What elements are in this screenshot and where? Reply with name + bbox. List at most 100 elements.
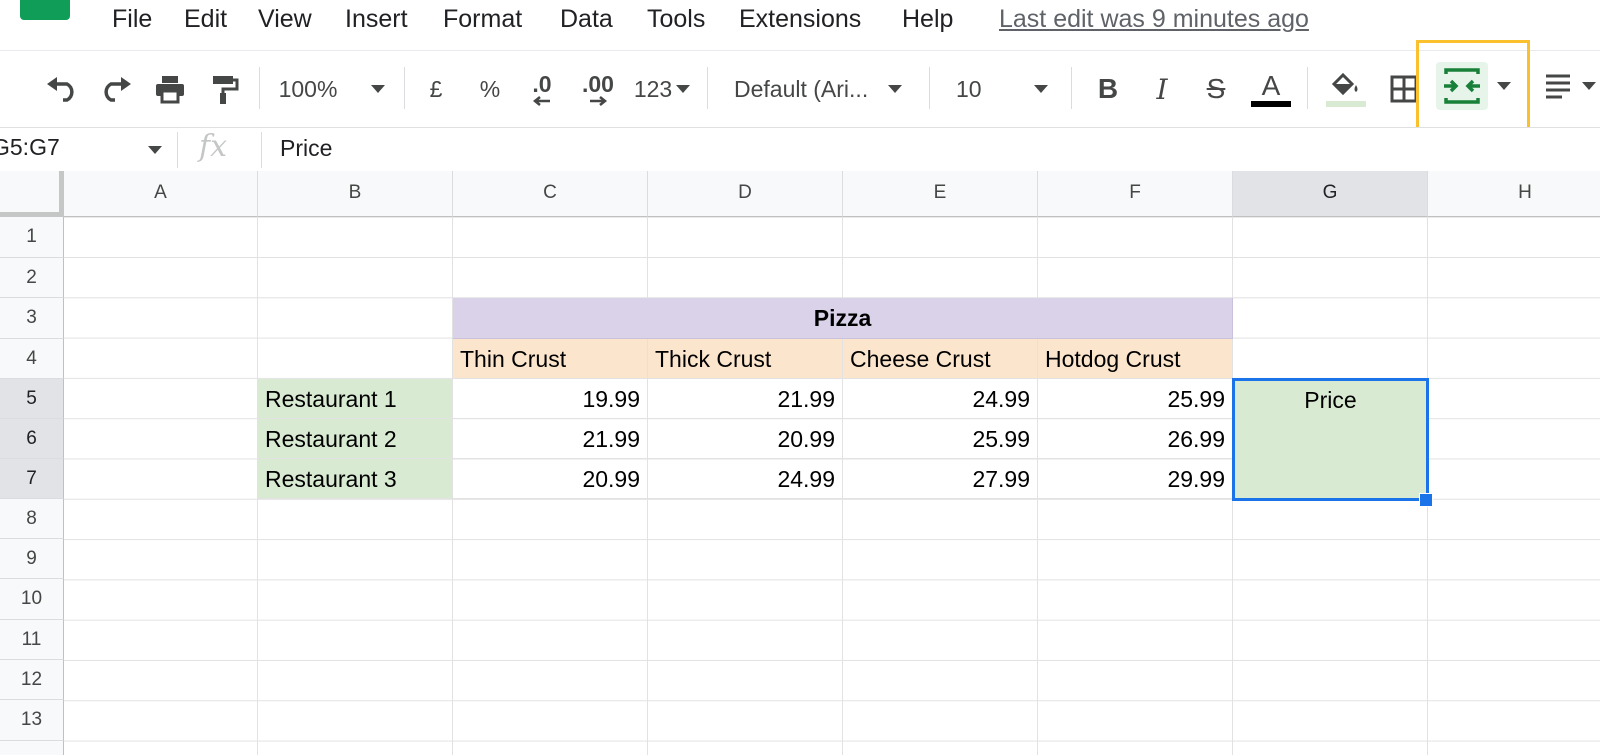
price-cell[interactable]: 27.99 bbox=[843, 459, 1038, 499]
decrease-decimal-button[interactable]: .0 bbox=[522, 63, 562, 115]
undo-icon bbox=[47, 77, 74, 102]
menu-format[interactable]: Format bbox=[443, 4, 522, 34]
horizontal-align-button[interactable] bbox=[1544, 62, 1600, 110]
menu-data[interactable]: Data bbox=[560, 4, 613, 34]
italic-icon: I bbox=[1156, 72, 1168, 106]
menu-extensions[interactable]: Extensions bbox=[739, 4, 861, 34]
toolbar-divider bbox=[929, 67, 930, 109]
restaurant-cell[interactable]: Restaurant 2 bbox=[258, 419, 453, 459]
merge-options-button[interactable] bbox=[1492, 62, 1516, 110]
toolbar-divider bbox=[1071, 67, 1072, 109]
column-header-f[interactable]: F bbox=[1038, 171, 1233, 217]
price-cell[interactable]: 25.99 bbox=[1038, 379, 1233, 419]
price-cell[interactable]: 21.99 bbox=[648, 379, 843, 419]
redo-button[interactable] bbox=[94, 63, 138, 115]
font-family-value: Default (Ari... bbox=[734, 75, 869, 102]
header-cell[interactable]: Thin Crust bbox=[453, 339, 648, 379]
percent-label: % bbox=[479, 75, 501, 102]
menu-view[interactable]: View bbox=[258, 4, 312, 34]
strikethrough-button[interactable]: S bbox=[1198, 63, 1234, 115]
restaurant-cell[interactable]: Restaurant 1 bbox=[258, 379, 453, 419]
row-header-5[interactable]: 5 bbox=[0, 379, 64, 419]
row-header-1[interactable]: 1 bbox=[0, 217, 64, 258]
select-all-corner[interactable] bbox=[0, 171, 64, 217]
price-cell[interactable]: 20.99 bbox=[453, 459, 648, 499]
column-header-d[interactable]: D bbox=[648, 171, 843, 217]
restaurant-cell[interactable]: Restaurant 3 bbox=[258, 459, 453, 499]
price-cell[interactable]: 25.99 bbox=[843, 419, 1038, 459]
menu-edit[interactable]: Edit bbox=[184, 4, 227, 34]
column-header-g[interactable]: G bbox=[1233, 171, 1428, 217]
price-cell[interactable]: 29.99 bbox=[1038, 459, 1233, 499]
column-header-a[interactable]: A bbox=[64, 171, 258, 217]
row-header-14[interactable] bbox=[0, 741, 64, 755]
menu-help[interactable]: Help bbox=[902, 4, 953, 34]
row-header-10[interactable]: 10 bbox=[0, 579, 64, 620]
bold-button[interactable]: B bbox=[1090, 63, 1126, 115]
undo-button[interactable] bbox=[40, 63, 84, 115]
more-formats-button[interactable]: 123 bbox=[630, 63, 694, 115]
chevron-down-icon bbox=[371, 85, 386, 93]
pizza-title-cell[interactable]: Pizza bbox=[453, 298, 1233, 339]
fx-icon: fx bbox=[199, 129, 228, 164]
row-header-9[interactable]: 9 bbox=[0, 539, 64, 579]
row-header-13[interactable]: 13 bbox=[0, 700, 64, 741]
font-family-select[interactable]: Default (Ari... bbox=[734, 63, 914, 115]
row-header-4[interactable]: 4 bbox=[0, 339, 64, 379]
row-header-11[interactable]: 11 bbox=[0, 620, 64, 660]
font-size-select[interactable]: 10 bbox=[956, 63, 1056, 115]
fill-handle[interactable] bbox=[1419, 493, 1433, 507]
row-header-12[interactable]: 12 bbox=[0, 660, 64, 700]
toolbar-divider bbox=[707, 67, 708, 109]
merge-cells-button[interactable] bbox=[1436, 62, 1488, 110]
price-cell[interactable]: 26.99 bbox=[1038, 419, 1233, 459]
sheets-logo-icon[interactable] bbox=[20, 0, 70, 20]
merge-cells-icon bbox=[1444, 68, 1480, 104]
name-box[interactable]: G5:G7 bbox=[0, 134, 60, 161]
currency-label: £ bbox=[429, 75, 443, 102]
menu-file[interactable]: File bbox=[112, 4, 152, 34]
borders-button[interactable] bbox=[1384, 63, 1424, 115]
column-header-b[interactable]: B bbox=[258, 171, 453, 217]
spreadsheet-grid[interactable]: A B C D E F G H 1 2 3 4 5 6 7 8 9 10 11 … bbox=[0, 171, 1600, 755]
price-cell[interactable]: 24.99 bbox=[843, 379, 1038, 419]
currency-format-button[interactable]: £ bbox=[418, 63, 454, 115]
align-icon bbox=[1546, 74, 1570, 99]
header-cell[interactable]: Cheese Crust bbox=[843, 339, 1038, 379]
row-header-2[interactable]: 2 bbox=[0, 258, 64, 298]
header-cell[interactable]: Thick Crust bbox=[648, 339, 843, 379]
paint-format-icon bbox=[213, 76, 239, 104]
selected-range[interactable]: Price bbox=[1232, 378, 1429, 501]
fill-color-button[interactable] bbox=[1324, 63, 1368, 115]
price-cell[interactable]: 24.99 bbox=[648, 459, 843, 499]
print-button[interactable] bbox=[148, 63, 192, 115]
chevron-down-icon bbox=[888, 85, 903, 93]
column-header-e[interactable]: E bbox=[843, 171, 1038, 217]
zoom-select[interactable]: 100% bbox=[272, 63, 392, 115]
column-header-h[interactable]: H bbox=[1428, 171, 1600, 217]
decrease-decimal-label: .0 bbox=[532, 71, 552, 97]
increase-decimal-button[interactable]: .00 bbox=[576, 63, 620, 115]
menu-tools[interactable]: Tools bbox=[647, 4, 705, 34]
formula-input[interactable]: Price bbox=[280, 135, 332, 162]
row-header-6[interactable]: 6 bbox=[0, 419, 64, 459]
price-cell[interactable]: 20.99 bbox=[648, 419, 843, 459]
chevron-down-icon bbox=[676, 85, 691, 93]
row-header-3[interactable]: 3 bbox=[0, 298, 64, 339]
toolbar-divider bbox=[1307, 67, 1308, 109]
row-header-7[interactable]: 7 bbox=[0, 459, 64, 499]
chevron-down-icon[interactable] bbox=[148, 146, 162, 154]
row-header-8[interactable]: 8 bbox=[0, 499, 64, 539]
percent-format-button[interactable]: % bbox=[472, 63, 508, 115]
price-cell[interactable]: 21.99 bbox=[453, 419, 648, 459]
text-color-button[interactable]: A bbox=[1250, 63, 1292, 115]
fill-color-swatch bbox=[1326, 101, 1366, 107]
column-header-c[interactable]: C bbox=[453, 171, 648, 217]
last-edit-link[interactable]: Last edit was 9 minutes ago bbox=[999, 4, 1309, 34]
italic-button[interactable]: I bbox=[1144, 63, 1180, 115]
paint-format-button[interactable] bbox=[203, 63, 247, 115]
more-formats-label: 123 bbox=[633, 75, 673, 102]
menu-insert[interactable]: Insert bbox=[345, 4, 408, 34]
header-cell[interactable]: Hotdog Crust bbox=[1038, 339, 1233, 379]
price-cell[interactable]: 19.99 bbox=[453, 379, 648, 419]
